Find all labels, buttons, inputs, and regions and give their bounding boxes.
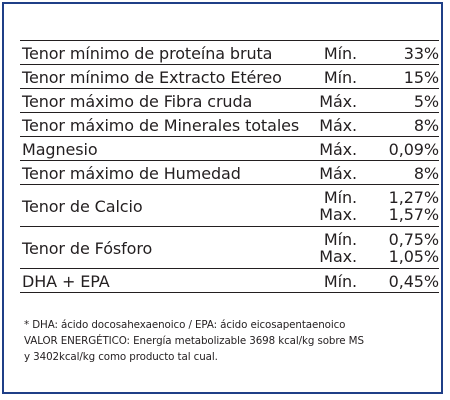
nutrient-qualifier-max: Max. <box>319 247 357 266</box>
nutrient-name: Tenor mínimo de proteína bruta <box>22 44 273 63</box>
nutrient-qualifier: Máx. <box>319 164 357 183</box>
table-row-phosphorus: Tenor de Fósforo Mín. 0,75% Max. 1,05% <box>20 227 439 269</box>
nutrition-panel: Tenor mínimo de proteína bruta Mín. 33% … <box>2 2 443 394</box>
table-row-magnesium: Magnesio Máx. 0,09% <box>20 137 439 161</box>
footnote-energy-value: VALOR ENERGÉTICO: Energía metabolizable … <box>24 335 364 347</box>
nutrient-name: Tenor máximo de Minerales totales <box>22 116 300 135</box>
nutrient-name: Magnesio <box>22 140 98 159</box>
table-row-minerals: Tenor máximo de Minerales totales Máx. 8… <box>20 113 439 137</box>
nutrient-qualifier: Máx. <box>319 116 357 135</box>
nutrient-value: 33% <box>403 44 439 63</box>
nutrient-value: 0,09% <box>388 140 439 159</box>
table-row-calcium: Tenor de Calcio Mín. 1,27% Max. 1,57% <box>20 185 439 227</box>
table-row-ether-extract: Tenor mínimo de Extracto Etéreo Mín. 15% <box>20 65 439 89</box>
nutrient-name: Tenor mínimo de Extracto Etéreo <box>22 68 282 87</box>
footnote-energy-value-cont: y 3402kcal/kg como producto tal cual. <box>24 351 218 363</box>
nutrient-qualifier: Mín. <box>323 272 357 291</box>
nutrient-value: 0,45% <box>388 272 439 291</box>
nutrient-name: DHA + EPA <box>22 272 110 291</box>
nutrient-name: Tenor máximo de Humedad <box>22 164 241 183</box>
table-row-moisture: Tenor máximo de Humedad Máx. 8% <box>20 161 439 185</box>
nutrient-table: Tenor mínimo de proteína bruta Mín. 33% … <box>20 40 439 293</box>
table-row-fiber: Tenor máximo de Fibra cruda Máx. 5% <box>20 89 439 113</box>
nutrient-value: 15% <box>403 68 439 87</box>
nutrient-value-max: 1,57% <box>388 205 439 224</box>
nutrient-value-max: 1,05% <box>388 247 439 266</box>
nutrient-value: 5% <box>413 92 439 111</box>
nutrient-qualifier-max: Max. <box>319 205 357 224</box>
table-row-protein: Tenor mínimo de proteína bruta Mín. 33% <box>20 41 439 65</box>
nutrient-qualifier: Mín. <box>323 44 357 63</box>
nutrient-qualifier: Máx. <box>319 92 357 111</box>
nutrient-name: Tenor máximo de Fibra cruda <box>22 92 253 111</box>
footnotes: * DHA: ácido docosahexaenoico / EPA: áci… <box>24 317 444 365</box>
nutrient-qualifier: Mín. <box>323 68 357 87</box>
nutrient-value: 8% <box>413 164 439 183</box>
nutrient-qualifier: Máx. <box>319 140 357 159</box>
table-row-dha-epa: DHA + EPA Mín. 0,45% <box>20 269 439 293</box>
nutrient-name: Tenor de Fósforo <box>22 239 153 258</box>
footnote-abbreviations: * DHA: ácido docosahexaenoico / EPA: áci… <box>24 319 346 331</box>
nutrient-name: Tenor de Calcio <box>22 197 143 216</box>
nutrient-value: 8% <box>413 116 439 135</box>
